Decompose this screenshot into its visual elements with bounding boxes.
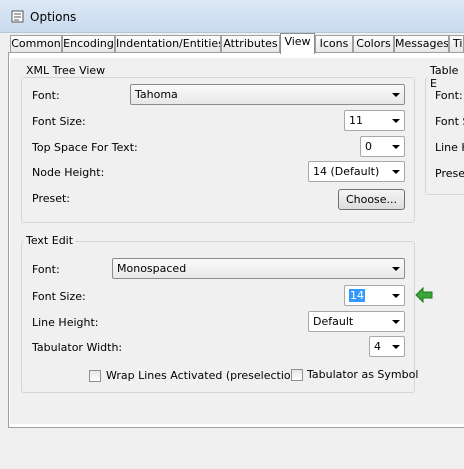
choose-preset-button[interactable]: Choose...: [338, 189, 405, 210]
wrap-lines-checkbox[interactable]: [89, 370, 101, 382]
chevron-down-icon: [392, 170, 400, 174]
text-edit-title: Text Edit: [24, 234, 76, 247]
tab-indentation-entities[interactable]: Indentation/Entities: [115, 35, 221, 52]
title-bar[interactable]: Options: [0, 0, 464, 33]
tab-encoding[interactable]: Encoding: [62, 35, 115, 52]
table-font-label: Font:: [435, 89, 463, 102]
top-space-value: 0: [365, 140, 372, 153]
table-editor-title: Table E: [428, 64, 464, 90]
top-space-select[interactable]: 0: [360, 136, 405, 157]
window-title: Options: [30, 10, 77, 24]
options-window-icon: [11, 10, 24, 23]
tab-symbol-checkbox[interactable]: [291, 369, 303, 381]
text-font-size-label: Font Size:: [32, 290, 86, 303]
text-font-select[interactable]: Monospaced: [112, 258, 405, 279]
table-font-size-label: Font S: [435, 115, 464, 128]
xml-tree-view-title: XML Tree View: [24, 64, 108, 77]
chevron-down-icon: [392, 119, 400, 123]
table-line-height-label: Line H: [435, 141, 464, 154]
chevron-down-icon: [392, 345, 400, 349]
tab-width-select[interactable]: 4: [369, 336, 405, 357]
chevron-down-icon: [392, 267, 400, 271]
tab-symbol-label: Tabulator as Symbol: [307, 368, 419, 381]
tab-messages[interactable]: Messages: [394, 35, 449, 52]
tab-icons[interactable]: Icons: [315, 35, 353, 52]
xml-font-size-label: Font Size:: [32, 115, 86, 128]
xml-font-value: Tahoma: [135, 88, 178, 101]
tab-truncated[interactable]: Ti: [449, 35, 464, 52]
chevron-down-icon: [392, 294, 400, 298]
line-height-label: Line Height:: [32, 316, 99, 329]
text-font-size-input[interactable]: 14: [344, 285, 405, 306]
tab-attributes[interactable]: Attributes: [221, 35, 280, 52]
xml-font-label: Font:: [32, 89, 60, 102]
table-preset-label: Preset: [435, 167, 464, 180]
wrap-lines-label: Wrap Lines Activated (preselection): [106, 369, 302, 382]
line-height-select[interactable]: Default: [308, 311, 405, 332]
chevron-down-icon: [392, 93, 400, 97]
preset-label: Preset:: [32, 192, 71, 205]
line-height-value: Default: [313, 315, 354, 328]
node-height-select[interactable]: 14 (Default): [308, 161, 405, 182]
tab-colors[interactable]: Colors: [353, 35, 394, 52]
green-left-arrow-icon: [415, 287, 433, 303]
text-font-size-value: 14: [349, 289, 365, 302]
chevron-down-icon: [392, 145, 400, 149]
text-font-value: Monospaced: [117, 262, 187, 275]
tab-common[interactable]: Common: [10, 35, 62, 52]
chevron-down-icon: [392, 320, 400, 324]
node-height-label: Node Height:: [32, 166, 105, 179]
tab-width-value: 4: [374, 340, 381, 353]
node-height-value: 14 (Default): [313, 165, 380, 178]
xml-font-select[interactable]: Tahoma: [130, 84, 405, 105]
dialog-button-bar: [0, 428, 464, 469]
text-font-label: Font:: [32, 263, 60, 276]
tab-width-label: Tabulator Width:: [32, 341, 123, 354]
top-space-label: Top Space For Text:: [32, 141, 138, 154]
tab-view[interactable]: View: [280, 33, 315, 54]
tab-strip: Common Encoding Indentation/Entities Att…: [8, 33, 464, 54]
xml-font-size-select[interactable]: 11: [344, 110, 405, 131]
xml-font-size-value: 11: [349, 114, 363, 127]
